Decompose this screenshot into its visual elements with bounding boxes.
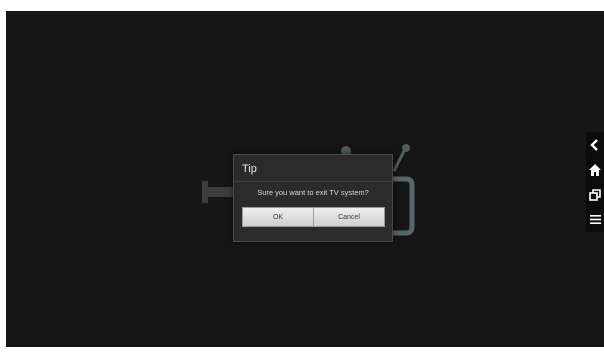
back-icon: [590, 138, 598, 151]
home-icon: [589, 163, 601, 176]
exit-confirm-dialog: Tip Sure you want to exit TV system? OK …: [233, 154, 393, 242]
ok-button-label: OK: [272, 213, 284, 221]
tv-screen: Tip Sure you want to exit TV system? OK …: [6, 11, 604, 347]
system-nav-bar: [586, 132, 604, 232]
recent-apps-icon: [589, 188, 601, 201]
recent-apps-button[interactable]: [586, 182, 604, 207]
ok-button[interactable]: OK: [242, 207, 314, 227]
dialog-title: Tip: [242, 163, 257, 175]
dialog-divider: [234, 181, 392, 182]
menu-icon: [589, 215, 601, 224]
home-button[interactable]: [586, 157, 604, 182]
cancel-button-label: Cancel: [338, 213, 360, 221]
back-button[interactable]: [586, 132, 604, 157]
menu-button[interactable]: [586, 207, 604, 232]
cancel-button[interactable]: Cancel: [313, 207, 385, 227]
dialog-message: Sure you want to exit TV system?: [257, 188, 369, 197]
